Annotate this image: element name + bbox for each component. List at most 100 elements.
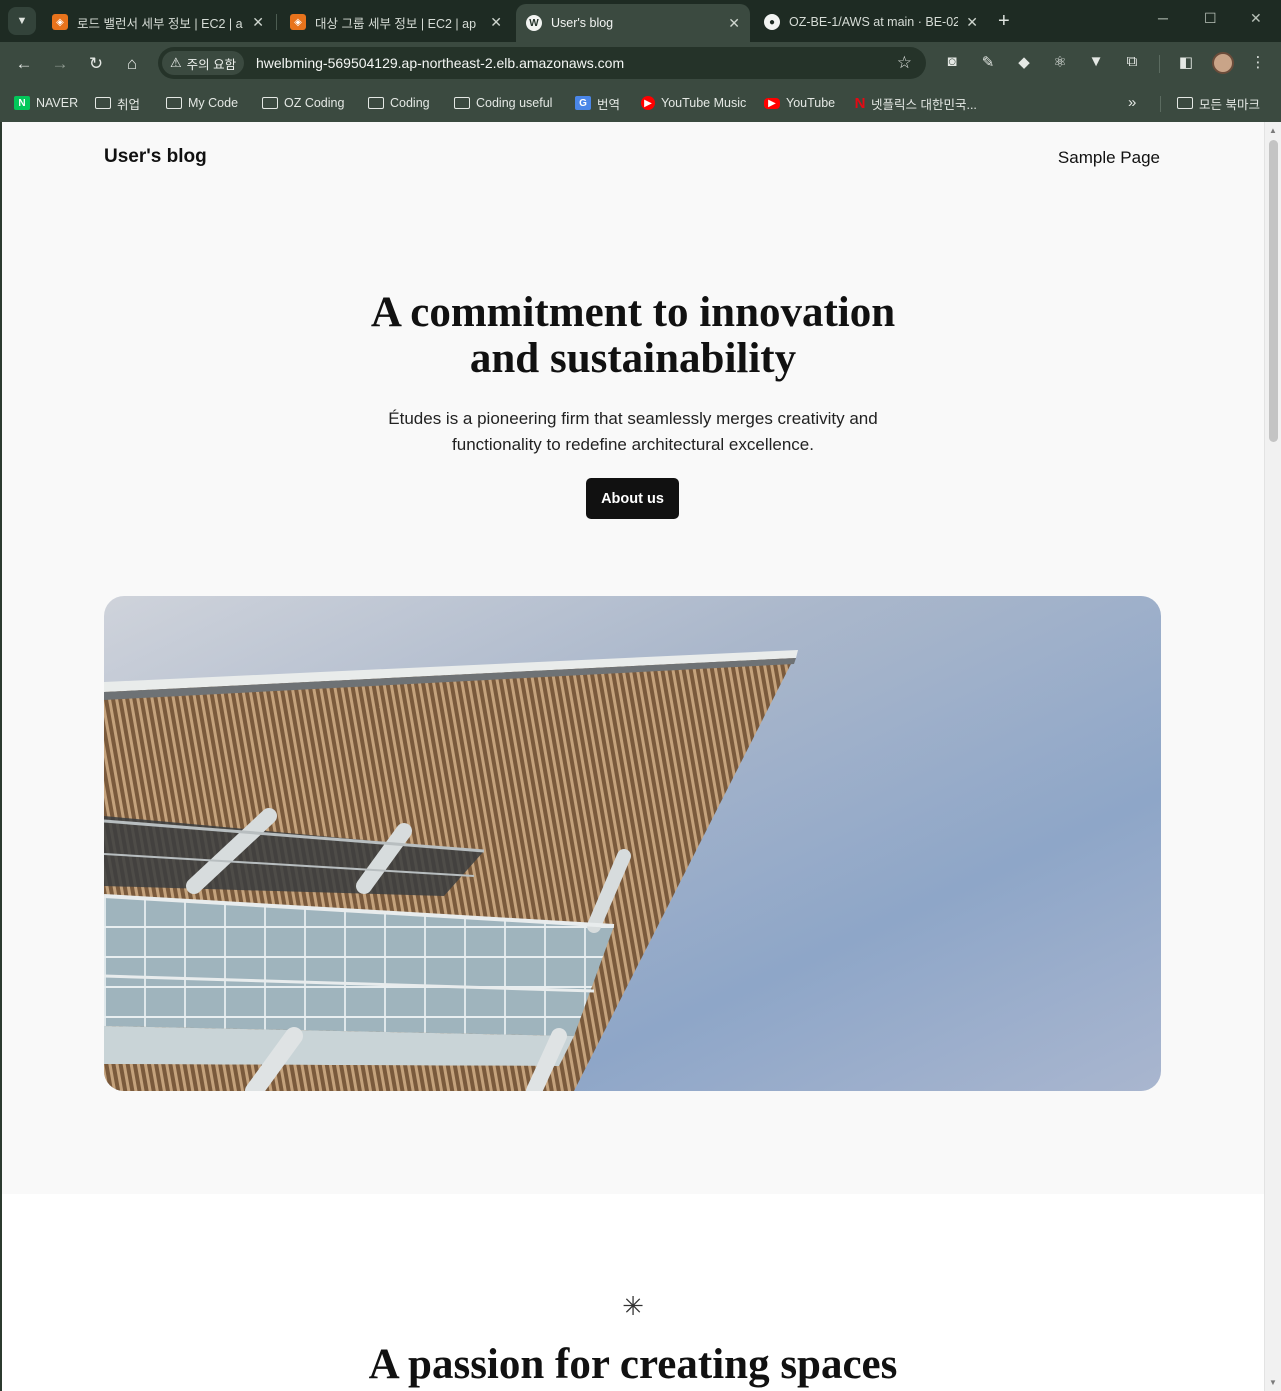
passion-section: ✳ A passion for creating spaces — [2, 1194, 1264, 1391]
home-icon: ⌂ — [126, 54, 138, 73]
vue-extension-icon[interactable]: ▼ — [1085, 53, 1107, 70]
bookmarks-overflow-icon[interactable]: » — [1128, 94, 1136, 111]
bookmark-label: YouTube — [786, 96, 836, 110]
warning-icon: ⚠ — [170, 55, 182, 70]
tab-divider — [276, 14, 277, 30]
bookmark-folder-coding[interactable]: Coding — [368, 93, 430, 113]
toolbar-divider — [1159, 55, 1160, 73]
bookmark-youtube-music[interactable]: ▶ YouTube Music — [641, 93, 746, 113]
back-button[interactable]: ← — [12, 52, 36, 76]
folder-icon — [95, 97, 111, 109]
hero-description-line: Études is a pioneering firm that seamles… — [388, 409, 878, 428]
bookmarks-bar: N NAVER 취업 My Code OZ Coding Coding Codin… — [0, 86, 1281, 122]
site-title[interactable]: User's blog — [104, 146, 207, 168]
naver-icon: N — [14, 96, 30, 110]
puzzle-extensions-icon[interactable]: ⧉ — [1121, 53, 1143, 70]
page-scrollbar[interactable]: ▲ ▼ — [1264, 122, 1281, 1391]
toolbar: ← → ↻ ⌂ ⚠ 주의 요함 hwelbming-569504129.ap-n… — [0, 42, 1281, 86]
bookmark-label: Coding useful — [476, 96, 553, 110]
new-tab-button[interactable]: + — [998, 10, 1010, 33]
translate-icon: G — [575, 96, 591, 110]
address-bar[interactable]: ⚠ 주의 요함 hwelbming-569504129.ap-northeast… — [158, 47, 926, 79]
bookmark-label: My Code — [188, 96, 239, 110]
github-icon: ● — [764, 14, 780, 30]
hero-heading: A commitment to innovation and sustainab… — [2, 290, 1264, 382]
tab-title: User's blog — [551, 16, 614, 30]
bookmark-label: 모든 북마크 — [1199, 97, 1260, 112]
eyedropper-extension-icon[interactable]: ✎ — [977, 53, 999, 71]
plus-icon: + — [998, 10, 1010, 32]
asterisk-separator-icon: ✳ — [622, 1292, 644, 1322]
tab-search-button[interactable]: ▼ — [8, 7, 36, 35]
bookmark-all-bookmarks[interactable]: 모든 북마크 — [1177, 93, 1260, 113]
folder-icon — [454, 97, 470, 109]
bookmark-label: 취업 — [117, 97, 141, 112]
bookmark-folder-oz-coding[interactable]: OZ Coding — [262, 93, 344, 113]
tab-target-group[interactable]: ◈ 대상 그룹 세부 정보 | EC2 | ap ✕ — [280, 6, 512, 38]
close-icon[interactable]: ✕ — [966, 14, 978, 31]
tab-title: 대상 그룹 세부 정보 | EC2 | ap — [315, 16, 477, 31]
reload-button[interactable]: ↻ — [84, 52, 108, 76]
bookmark-naver[interactable]: N NAVER — [14, 93, 78, 113]
wordpress-icon: W — [526, 15, 542, 31]
screenshot-extension-icon[interactable]: ◙ — [941, 53, 963, 70]
folder-icon — [368, 97, 384, 109]
close-icon[interactable]: ✕ — [728, 15, 740, 32]
bookmark-youtube[interactable]: ▶ YouTube — [764, 93, 835, 113]
hero-building-image — [104, 596, 1161, 1091]
side-panel-icon[interactable]: ◧ — [1175, 53, 1197, 71]
bookmark-label: 번역 — [597, 97, 621, 112]
menu-kebab-icon[interactable]: ⋮ — [1247, 53, 1269, 71]
bookmark-folder-jobs[interactable]: 취업 — [95, 93, 140, 113]
tab-title: OZ-BE-1/AWS at main · BE-02- — [789, 15, 959, 29]
bookmark-folder-my-code[interactable]: My Code — [166, 93, 238, 113]
tab-strip: ▼ ◈ 로드 밸런서 세부 정보 | EC2 | a ✕ ◈ 대상 그룹 세부 … — [0, 0, 1281, 42]
bookmark-label: NAVER — [36, 96, 79, 110]
bookmark-label: YouTube Music — [661, 96, 747, 110]
reload-icon: ↻ — [88, 54, 104, 73]
home-button[interactable]: ⌂ — [120, 52, 144, 76]
hero-description: Études is a pioneering firm that seamles… — [2, 406, 1264, 458]
security-chip-label: 주의 요함 — [186, 57, 237, 72]
tab-github[interactable]: ● OZ-BE-1/AWS at main · BE-02- ✕ — [754, 6, 988, 38]
about-us-button[interactable]: About us — [586, 478, 679, 519]
folder-icon — [1177, 97, 1193, 109]
bookmarks-divider — [1160, 96, 1161, 112]
scroll-down-arrow-icon[interactable]: ▼ — [1269, 1378, 1277, 1387]
page-viewport: User's blog Sample Page A commitment to … — [2, 122, 1264, 1391]
forward-button[interactable]: → — [48, 52, 72, 76]
hero-description-line: functionality to redefine architectural … — [452, 435, 814, 454]
bookmark-star-icon[interactable]: ☆ — [897, 53, 912, 73]
window-close-button[interactable]: ✕ — [1250, 10, 1262, 27]
section-heading: A passion for creating spaces — [368, 1341, 898, 1388]
arrow-right-icon: → — [51, 54, 69, 73]
bookmark-folder-coding-useful[interactable]: Coding useful — [454, 93, 552, 113]
folder-icon — [166, 97, 182, 109]
scrollbar-thumb[interactable] — [1269, 140, 1278, 442]
nav-link-sample-page[interactable]: Sample Page — [1058, 148, 1160, 168]
security-chip[interactable]: ⚠ 주의 요함 — [162, 51, 245, 75]
netflix-icon: N — [854, 94, 866, 112]
tab-users-blog[interactable]: W User's blog ✕ — [516, 4, 750, 42]
bookmark-netflix[interactable]: N 넷플릭스 대한민국... — [855, 93, 977, 113]
url-text[interactable]: hwelbming-569504129.ap-northeast-2.elb.a… — [256, 55, 624, 71]
bookmark-label: OZ Coding — [284, 96, 345, 110]
tab-title: 로드 밸런서 세부 정보 | EC2 | a — [77, 16, 243, 31]
bookmark-label: 넷플릭스 대한민국... — [871, 97, 977, 112]
maximize-button[interactable]: ☐ — [1204, 10, 1217, 27]
folder-icon — [262, 97, 278, 109]
aws-icon: ◈ — [290, 14, 306, 30]
close-icon[interactable]: ✕ — [252, 14, 264, 31]
close-icon[interactable]: ✕ — [490, 14, 502, 31]
hero-heading-line: A commitment to innovation — [370, 289, 896, 336]
scroll-up-arrow-icon[interactable]: ▲ — [1269, 126, 1277, 135]
bookmark-translate[interactable]: G 번역 — [575, 93, 620, 113]
minimize-button[interactable]: ─ — [1158, 10, 1168, 26]
profile-avatar[interactable] — [1212, 52, 1234, 74]
extension-icon[interactable]: ◆ — [1013, 53, 1035, 71]
tab-load-balancer[interactable]: ◈ 로드 밸런서 세부 정보 | EC2 | a ✕ — [42, 6, 274, 38]
chevron-down-icon: ▼ — [16, 15, 28, 27]
react-devtools-icon[interactable]: ⚛ — [1049, 53, 1071, 71]
youtube-icon: ▶ — [764, 97, 780, 109]
arrow-left-icon: ← — [15, 54, 33, 73]
